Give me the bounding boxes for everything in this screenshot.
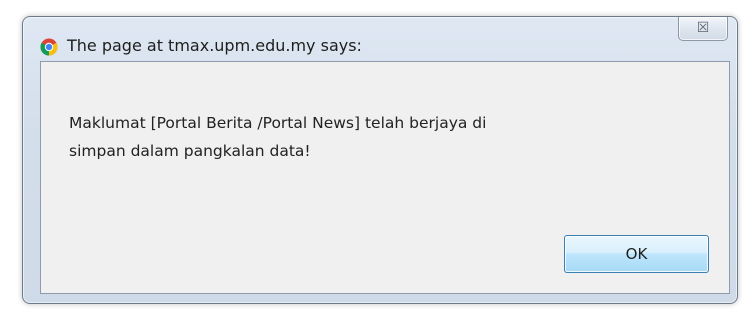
alert-dialog: The page at tmax.upm.edu.my says: ☒ Makl…: [22, 16, 738, 304]
close-button[interactable]: ☒: [678, 17, 728, 41]
dialog-title: The page at tmax.upm.edu.my says:: [67, 36, 362, 55]
close-icon: ☒: [696, 20, 710, 36]
dialog-title-bar[interactable]: The page at tmax.upm.edu.my says: ☒: [23, 17, 737, 61]
dialog-message: Maklumat [Portal Berita /Portal News] te…: [69, 109, 669, 165]
dialog-message-line-1: Maklumat [Portal Berita /Portal News] te…: [69, 114, 487, 132]
chrome-icon: [40, 38, 58, 56]
ok-button[interactable]: OK: [564, 235, 709, 273]
dialog-content: Maklumat [Portal Berita /Portal News] te…: [40, 61, 730, 294]
dialog-message-line-2: simpan dalam pangkalan data!: [69, 142, 311, 160]
